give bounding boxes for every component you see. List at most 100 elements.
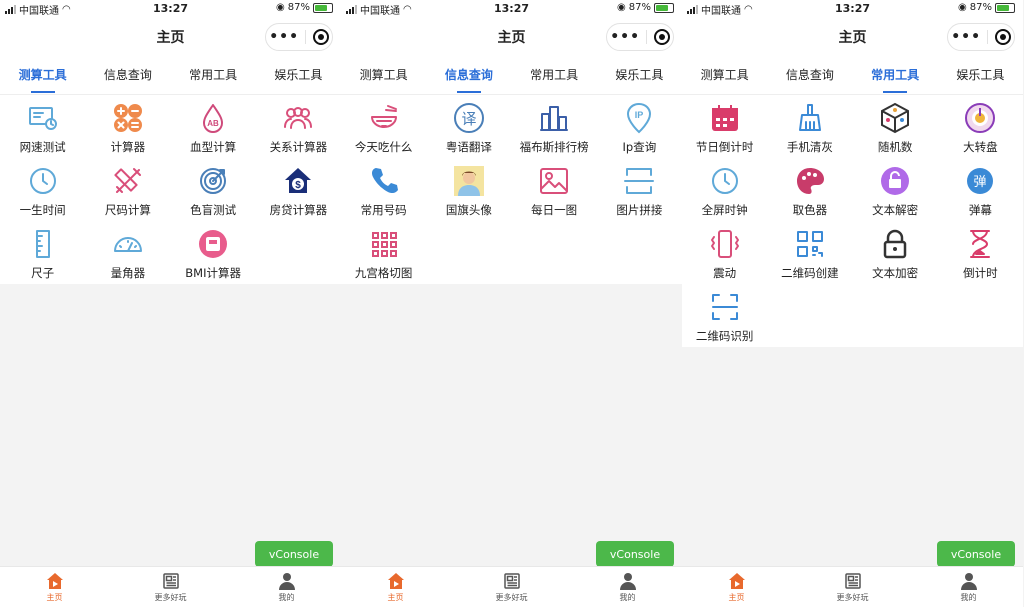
tool-item[interactable]: BMI计算器: [171, 221, 256, 284]
tab-category[interactable]: 信息查询: [102, 66, 154, 83]
tab-category[interactable]: 娱乐工具: [272, 66, 324, 83]
tool-item[interactable]: $ 房贷计算器: [256, 158, 341, 221]
bottom-tab-item[interactable]: 更多好玩: [837, 572, 869, 603]
tool-item[interactable]: 计算器: [85, 95, 170, 158]
tool-item[interactable]: 随机数: [853, 95, 938, 158]
tool-item[interactable]: IP Ip查询: [597, 95, 682, 158]
tab-category[interactable]: 测算工具: [17, 66, 69, 93]
tool-item-label: 节日倒计时: [695, 140, 754, 154]
tool-item[interactable]: 二维码识别: [682, 284, 767, 347]
tool-item[interactable]: 尺码计算: [85, 158, 170, 221]
bowl-icon: [367, 101, 401, 135]
bottom-tab-item[interactable]: 主页: [46, 572, 64, 603]
more-icon[interactable]: •••: [269, 30, 299, 44]
tool-item[interactable]: AB 血型计算: [171, 95, 256, 158]
tool-item[interactable]: 量角器: [85, 221, 170, 284]
tool-item[interactable]: 倒计时: [938, 221, 1023, 284]
tab-category[interactable]: 信息查询: [784, 66, 836, 83]
category-tabs: 测算工具 信息查询 常用工具 娱乐工具: [341, 54, 682, 95]
tool-item[interactable]: 全屏时钟: [682, 158, 767, 221]
svg-text:译: 译: [461, 110, 476, 128]
tab-category[interactable]: 信息查询: [443, 66, 495, 93]
tool-item[interactable]: 大转盘: [938, 95, 1023, 158]
bottom-tab-label: 主页: [387, 592, 404, 602]
tool-item[interactable]: 二维码创建: [767, 221, 852, 284]
tool-item[interactable]: 网速测试: [0, 95, 85, 158]
target-icon: [196, 164, 230, 198]
bottom-tab-label: 主页: [728, 592, 745, 602]
close-target-icon[interactable]: [312, 29, 329, 45]
svg-text:$: $: [296, 180, 302, 191]
tool-item[interactable]: 国旗头像: [426, 158, 511, 221]
vconsole-button[interactable]: vConsole: [937, 541, 1015, 567]
bottom-tab-bar: 主页 更多好玩 我的: [682, 566, 1023, 607]
more-icon[interactable]: •••: [610, 30, 640, 44]
tool-item[interactable]: 关系计算器: [256, 95, 341, 158]
tool-item-label: 文本加密: [872, 266, 919, 280]
blood-type-icon: AB: [196, 101, 230, 135]
tab-category[interactable]: 测算工具: [699, 66, 751, 83]
tool-item[interactable]: 文本解密: [853, 158, 938, 221]
status-bar: 中国联通 ◠ 13:27 ◉ 87%: [341, 0, 682, 18]
tool-item-label: 九宫格切图: [354, 266, 413, 280]
people-icon: [281, 101, 315, 135]
tool-item[interactable]: 九宫格切图: [341, 221, 426, 284]
wheel-icon: [963, 101, 997, 135]
bottom-tab-item[interactable]: 主页: [728, 572, 746, 603]
tool-item-label: 常用号码: [360, 203, 407, 217]
more-icon[interactable]: •••: [951, 30, 981, 44]
tool-item[interactable]: 节日倒计时: [682, 95, 767, 158]
svg-text:IP: IP: [635, 110, 644, 120]
tool-item[interactable]: 取色器: [767, 158, 852, 221]
clock-icon: [26, 164, 60, 198]
vconsole-button[interactable]: vConsole: [596, 541, 674, 567]
tool-item[interactable]: 尺子: [0, 221, 85, 284]
bottom-tab-item[interactable]: 主页: [387, 572, 405, 603]
bottom-tab-item[interactable]: 我的: [278, 572, 296, 603]
tool-item-label: 随机数: [877, 140, 913, 154]
tool-item[interactable]: 震动: [682, 221, 767, 284]
vconsole-button[interactable]: vConsole: [255, 541, 333, 567]
bottom-tab-label: 我的: [278, 592, 295, 602]
bottom-tab-label: 更多好玩: [495, 592, 528, 602]
capsule-divider: [305, 30, 307, 44]
tool-item[interactable]: 一生时间: [0, 158, 85, 221]
battery-icon: [313, 2, 333, 13]
tab-category[interactable]: 娱乐工具: [954, 66, 1006, 83]
tab-category[interactable]: 常用工具: [187, 66, 239, 83]
user-icon: [960, 572, 978, 590]
ruler-pencil-icon: [111, 164, 145, 198]
tab-category[interactable]: 娱乐工具: [613, 66, 665, 83]
bottom-tab-item[interactable]: 我的: [960, 572, 978, 603]
news-icon: [503, 572, 521, 590]
bottom-tab-item[interactable]: 更多好玩: [155, 572, 187, 603]
close-target-icon[interactable]: [653, 29, 670, 45]
tool-item[interactable]: 每日一图: [512, 158, 597, 221]
tool-item[interactable]: 文本加密: [853, 221, 938, 284]
tool-item[interactable]: 福布斯排行榜: [512, 95, 597, 158]
mini-program-capsule: •••: [947, 23, 1015, 51]
tool-item[interactable]: 常用号码: [341, 158, 426, 221]
tool-item[interactable]: 弹 弹幕: [938, 158, 1023, 221]
bottom-tab-label: 主页: [46, 592, 63, 602]
tool-item[interactable]: 手机清灰: [767, 95, 852, 158]
tool-item-label: BMI计算器: [185, 266, 241, 280]
tab-category[interactable]: 常用工具: [528, 66, 580, 83]
tool-item[interactable]: 译 粤语翻译: [426, 95, 511, 158]
tool-item-label: 大转盘: [963, 140, 998, 154]
battery-percent: 87%: [969, 2, 992, 13]
capsule-divider: [646, 30, 648, 44]
news-icon: [844, 572, 862, 590]
close-target-icon[interactable]: [994, 29, 1011, 45]
tool-item[interactable]: 图片拼接: [597, 158, 682, 221]
tab-category[interactable]: 测算工具: [358, 66, 410, 83]
bottom-tab-item[interactable]: 我的: [619, 572, 637, 603]
bottom-tab-item[interactable]: 更多好玩: [496, 572, 528, 603]
calculator-icon: [111, 101, 145, 135]
svg-text:弹: 弹: [974, 175, 987, 190]
tool-item[interactable]: 今天吃什么: [341, 95, 426, 158]
tool-item-label: Ip查询: [622, 140, 657, 154]
qrcode-icon: [793, 227, 827, 261]
tab-category[interactable]: 常用工具: [869, 66, 921, 93]
tool-item[interactable]: 色盲测试: [171, 158, 256, 221]
